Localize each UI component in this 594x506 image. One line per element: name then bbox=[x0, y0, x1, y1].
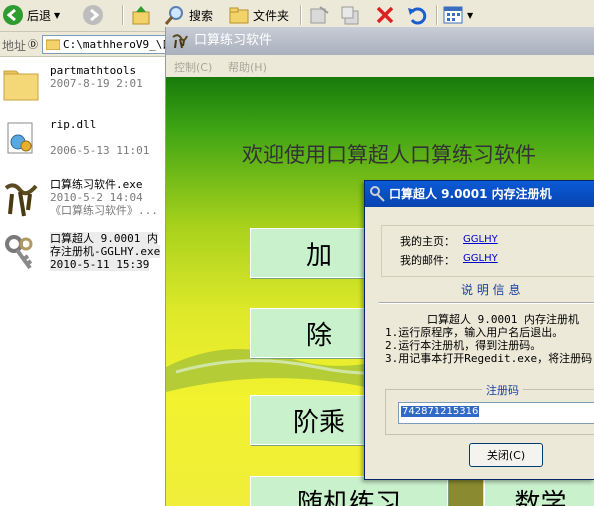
calligraphy-app-icon bbox=[4, 183, 38, 217]
regcode-value: 742871215316 bbox=[401, 406, 480, 417]
dialog-title: 口算超人 9.0001 内存注册机 bbox=[389, 187, 552, 201]
delete-button[interactable] bbox=[374, 3, 396, 27]
up-folder-icon bbox=[132, 6, 150, 25]
welcome-heading: 欢迎使用口算超人口算练习软件 bbox=[242, 143, 536, 167]
file-name-cont: 存注册机-GGLHY.exe bbox=[50, 245, 161, 258]
file-date: 2007-8-19 2:01 bbox=[50, 77, 143, 90]
copy-to-icon bbox=[341, 6, 359, 25]
divider-highlight bbox=[379, 303, 594, 304]
links-group: 我的主页： GGLHY 我的邮件： GGLHY bbox=[381, 225, 594, 277]
dll-gear-icon bbox=[7, 122, 33, 154]
homepage-link[interactable]: GGLHY bbox=[463, 234, 498, 245]
file-item-keygen-exe[interactable]: 口算超人 9.0001 内 存注册机-GGLHY.exe 2010-5-11 1… bbox=[0, 232, 168, 284]
address-path: C:\mathheroV9_\口 bbox=[63, 38, 174, 51]
regcode-label: 注册码 bbox=[482, 382, 523, 398]
folder-icon bbox=[46, 39, 60, 50]
file-name: rip.dll bbox=[50, 118, 97, 131]
undo-button[interactable] bbox=[406, 3, 428, 27]
keys-icon bbox=[370, 186, 385, 202]
back-arrow-icon bbox=[3, 5, 23, 25]
keygen-dialog: 口算超人 9.0001 内存注册机 我的主页： GGLHY 我的邮件： GGLH… bbox=[364, 180, 594, 480]
chevron-down-icon[interactable]: ▼ bbox=[54, 11, 60, 20]
file-name: 口算练习软件.exe bbox=[50, 178, 143, 191]
math-thumbnail bbox=[449, 476, 483, 506]
copy-to-button[interactable] bbox=[340, 3, 362, 27]
app-title-bar[interactable]: 口算练习软件 bbox=[166, 27, 594, 55]
move-to-button[interactable] bbox=[308, 3, 330, 27]
views-icon bbox=[443, 6, 463, 24]
file-item-partmathtools[interactable]: partmathtools 2007-8-19 2:01 bbox=[0, 64, 168, 116]
file-date: 2006-5-13 11:01 bbox=[50, 144, 150, 157]
address-label: 地址 bbox=[2, 39, 27, 53]
address-dropdown-icon[interactable]: Ⓓ bbox=[28, 36, 38, 51]
homepage-label: 我的主页： bbox=[400, 235, 455, 248]
search-label: 搜索 bbox=[189, 8, 214, 23]
move-to-icon bbox=[310, 6, 329, 24]
views-dropdown-icon[interactable]: ▼ bbox=[467, 11, 473, 20]
menu-control[interactable]: 控制(C) bbox=[174, 59, 212, 75]
views-button[interactable]: ▼ bbox=[442, 3, 473, 27]
app-menu-bar: 控制(C) 帮助(H) bbox=[166, 55, 594, 77]
undo-icon bbox=[408, 7, 427, 25]
file-item-kousuan-exe[interactable]: 口算练习软件.exe 2010-5-2 14:04 《口算练习软件》... bbox=[0, 178, 168, 230]
file-name: 口算超人 9.0001 内 bbox=[50, 232, 158, 245]
regcode-input[interactable]: 742871215316 bbox=[398, 402, 594, 424]
folder-icon bbox=[3, 70, 39, 101]
dialog-title-bar[interactable]: 口算超人 9.0001 内存注册机 bbox=[365, 181, 594, 207]
file-description: 《口算练习软件》... bbox=[50, 204, 158, 217]
file-name: partmathtools bbox=[50, 64, 137, 77]
back-button[interactable]: 后退 ▼ bbox=[2, 3, 60, 27]
math-button[interactable]: 数学 bbox=[484, 476, 594, 506]
delete-x-icon bbox=[376, 6, 394, 24]
email-label: 我的邮件： bbox=[400, 254, 455, 267]
app-icon bbox=[172, 34, 188, 49]
instruction-line: 3.用记事本打开Regedit.exe，将注册码 bbox=[385, 352, 593, 365]
close-button[interactable]: 关闭(C) bbox=[469, 443, 543, 467]
folders-button[interactable]: 文件夹 bbox=[228, 3, 289, 27]
random-practice-button[interactable]: 随机练习 bbox=[250, 476, 448, 506]
up-folder-button[interactable] bbox=[130, 3, 152, 27]
email-link[interactable]: GGLHY bbox=[463, 253, 498, 264]
folders-label: 文件夹 bbox=[253, 8, 290, 23]
menu-help[interactable]: 帮助(H) bbox=[228, 59, 267, 75]
file-item-rip-dll[interactable]: rip.dll 2006-5-13 11:01 bbox=[0, 118, 168, 170]
instructions-title: 说 明 信 息 bbox=[461, 283, 521, 297]
keys-icon bbox=[5, 235, 33, 270]
folders-icon bbox=[229, 7, 249, 24]
search-icon bbox=[164, 6, 183, 25]
forward-button[interactable] bbox=[82, 3, 104, 27]
file-date: 2010-5-11 15:39 bbox=[50, 258, 150, 271]
app-title: 口算练习软件 bbox=[194, 33, 273, 48]
back-label: 后退 bbox=[27, 8, 52, 23]
forward-arrow-icon bbox=[83, 5, 103, 25]
regcode-group: 注册码 742871215316 bbox=[385, 382, 594, 435]
search-button[interactable]: 搜索 bbox=[164, 3, 213, 27]
file-date: 2010-5-2 14:04 bbox=[50, 191, 143, 204]
